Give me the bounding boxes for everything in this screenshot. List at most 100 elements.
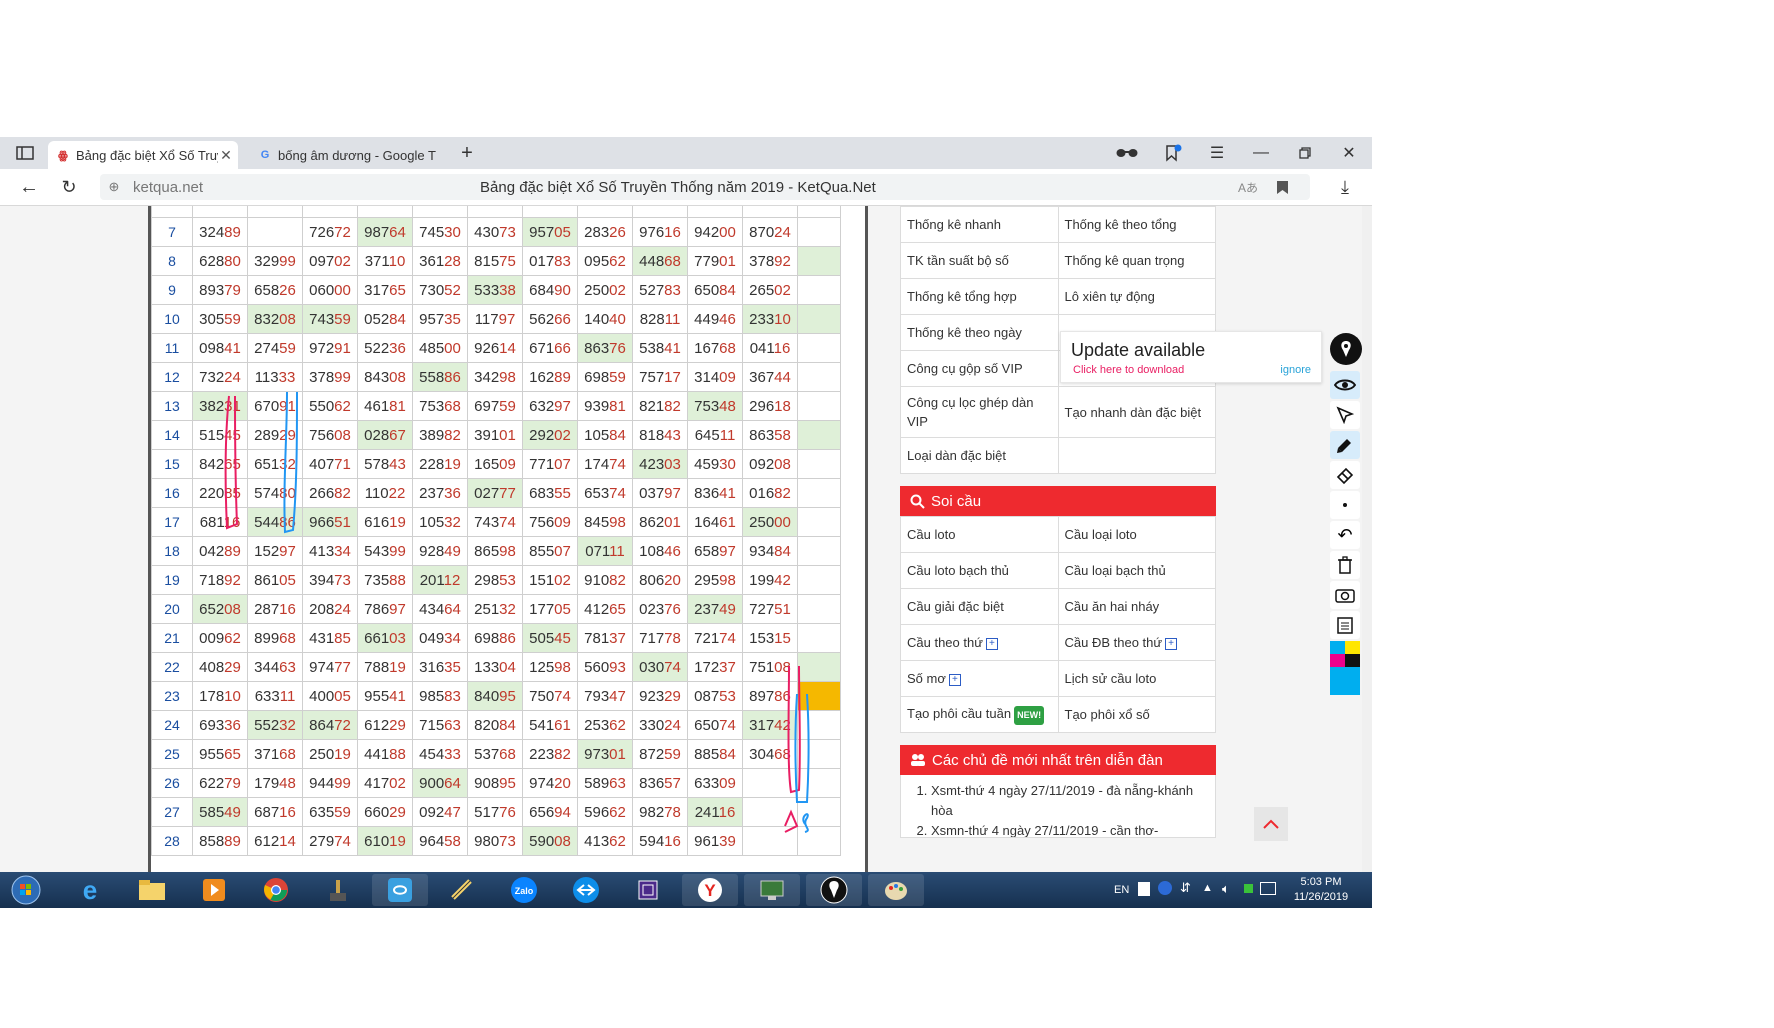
reload-icon[interactable]: ↻ [54, 171, 84, 203]
cursor-icon[interactable] [1330, 401, 1360, 429]
display-tray-icon[interactable] [1260, 882, 1276, 895]
new-tab-icon[interactable]: + [454, 137, 480, 169]
pdf-tray-icon[interactable] [1138, 882, 1150, 896]
forum-topic-link[interactable]: Xsmt-thứ 4 ngày 27/11/2019 - đà nẵng-khá… [931, 781, 1207, 821]
screen: ꙮ Bảng đặc biệt Xổ Số Truyền ✕ G bống âm… [0, 137, 1372, 908]
show-hidden-icons-icon[interactable]: ▲ [1202, 882, 1213, 894]
soi-cau-item[interactable]: Cầu loto bạch thủ [900, 552, 1059, 589]
soi-cau-menu: Cầu loto Cầu loại loto Cầu loto bạch thủ Cầ… [900, 516, 1216, 733]
update-ignore-link[interactable]: ignore [1280, 364, 1311, 376]
display-app-icon[interactable] [744, 874, 800, 906]
expand-plus-icon[interactable]: + [948, 673, 961, 686]
eye-icon[interactable] [1330, 371, 1360, 399]
soi-cau-item[interactable]: Cầu loto [900, 516, 1059, 553]
soi-cau-item[interactable]: Tạo phôi xổ số [1057, 696, 1216, 733]
scroll-to-top-button[interactable] [1254, 807, 1288, 841]
bookmark-page-icon[interactable] [1270, 171, 1294, 203]
soi-cau-item[interactable]: Cầu loại loto [1057, 516, 1216, 553]
soi-cau-item[interactable]: Số mơ + [900, 660, 1059, 697]
soi-cau-row: Tạo phôi cầu tuần NEW! Tạo phôi xổ số [900, 696, 1216, 733]
expand-plus-icon[interactable]: + [1165, 637, 1178, 650]
soi-cau-item[interactable]: Cầu loại bạch thủ [1057, 552, 1216, 589]
tab-google[interactable]: G bống âm dương - Google T [250, 141, 448, 169]
annotation-toolbar: ↶ [1330, 331, 1364, 709]
soi-cau-item[interactable]: Tạo phôi cầu tuần NEW! [900, 696, 1059, 733]
stats-menu-row: Thống kê tổng hợp Lô xiên tự động [900, 278, 1216, 315]
incognito-glasses-icon[interactable] [1112, 137, 1142, 169]
stats-menu-item[interactable]: Lô xiên tự động [1057, 278, 1216, 315]
bookmarks-icon[interactable] [1158, 137, 1188, 169]
restore-icon[interactable] [1290, 137, 1320, 169]
start-button[interactable] [0, 874, 52, 906]
pen-annotation-app-icon[interactable] [806, 874, 862, 906]
tool-app-icon[interactable] [434, 874, 490, 906]
ie-icon[interactable]: e [62, 874, 118, 906]
stats-menu-item[interactable]: Thống kê theo tổng [1057, 206, 1216, 243]
soi-cau-item[interactable]: Cầu ăn hai nháy [1057, 588, 1216, 625]
page-scrollbar[interactable] [1362, 206, 1372, 872]
update-popup[interactable]: Update available Click here to download … [1060, 331, 1322, 383]
trash-icon[interactable] [1330, 551, 1360, 579]
site-info-icon[interactable]: ⊕ [104, 173, 124, 201]
translate-icon[interactable]: Aあ [1236, 171, 1260, 203]
soi-cau-label: Cầu ĐB theo thứ [1064, 635, 1163, 650]
undo-icon[interactable]: ↶ [1330, 521, 1360, 549]
color-palette-icon[interactable] [1330, 641, 1360, 695]
page-content: 7 32489 72672 98764 74530 43073 95705 28326 9761… [0, 206, 1372, 872]
search-icon [910, 494, 925, 509]
menu-icon[interactable]: ☰ [1202, 137, 1232, 169]
tab-ketqua[interactable]: ꙮ Bảng đặc biệt Xổ Số Truyền ✕ [48, 141, 238, 169]
volume-icon[interactable]: 🔈︎ [1222, 881, 1230, 897]
chrome-icon[interactable] [248, 874, 304, 906]
stats-menu-item[interactable]: Loại dàn đặc biệt [900, 437, 1059, 474]
sidebar-toggle-icon[interactable] [10, 137, 40, 169]
marker-icon[interactable] [1330, 431, 1360, 459]
close-window-icon[interactable]: ✕ [1334, 137, 1364, 169]
status-tray-icon[interactable] [1244, 884, 1253, 893]
file-explorer-icon[interactable] [124, 874, 180, 906]
expand-plus-icon[interactable]: + [985, 637, 998, 650]
stats-menu-item[interactable]: Công cụ lọc ghép dàn VIP [900, 386, 1059, 438]
clock-date[interactable]: 11/26/2019 [1286, 891, 1356, 903]
teamviewer-style-app-icon[interactable] [372, 874, 428, 906]
eraser-icon[interactable] [1330, 461, 1360, 489]
language-indicator[interactable]: EN [1114, 884, 1129, 896]
minimize-icon[interactable]: — [1246, 137, 1276, 169]
paint-icon[interactable] [868, 874, 924, 906]
stats-menu-item[interactable]: Công cụ gộp số VIP [900, 350, 1059, 387]
soi-cau-item[interactable]: Cầu ĐB theo thứ + [1057, 624, 1216, 661]
url-text[interactable]: ketqua.net [133, 179, 203, 196]
teamviewer-icon[interactable] [558, 874, 614, 906]
back-icon[interactable]: ← [14, 171, 44, 203]
yandex-browser-icon[interactable]: Y [682, 874, 738, 906]
zalo-icon[interactable]: Zalo [496, 874, 552, 906]
help-tray-icon[interactable] [1158, 881, 1172, 895]
soi-cau-item[interactable]: Lịch sử cầu loto [1057, 660, 1216, 697]
media-player-icon[interactable] [186, 874, 242, 906]
stats-menu-item[interactable]: Thống kê tổng hợp [900, 278, 1059, 315]
stats-menu-item[interactable]: Tạo nhanh dàn đặc biệt [1057, 386, 1216, 438]
svg-text:Zalo: Zalo [515, 886, 534, 896]
clipboard-icon[interactable] [1330, 611, 1360, 639]
stats-menu-item[interactable]: Thống kê theo ngày [900, 314, 1059, 351]
soi-cau-item[interactable]: Cầu giải đặc biệt [900, 588, 1059, 625]
stats-menu-item[interactable]: Thống kê quan trọng [1057, 242, 1216, 279]
new-badge: NEW! [1014, 705, 1045, 725]
clock-time[interactable]: 5:03 PM [1286, 876, 1356, 888]
network-tray-icon[interactable]: ⇵ [1180, 880, 1191, 896]
download-icon[interactable]: ⤓ [1330, 171, 1360, 203]
dot-size-icon[interactable] [1330, 491, 1360, 519]
soi-cau-label: Tạo phôi xổ số [1064, 707, 1150, 722]
soi-cau-item[interactable]: Cầu theo thứ + [900, 624, 1059, 661]
stats-menu-item[interactable]: TK tần suất bộ số [900, 242, 1059, 279]
stats-menu-item[interactable]: Thống kê nhanh [900, 206, 1059, 243]
soi-cau-label: Cầu loto [907, 527, 956, 542]
update-download-link[interactable]: Click here to download [1073, 364, 1184, 376]
close-tab-icon[interactable]: ✕ [218, 147, 234, 164]
joystick-app-icon[interactable] [310, 874, 366, 906]
pen-logo-icon[interactable] [1330, 333, 1362, 365]
soi-cau-title: Soi cầu [931, 492, 982, 510]
chip-app-icon[interactable] [620, 874, 676, 906]
camera-icon[interactable] [1330, 581, 1360, 609]
forum-topic-link[interactable]: Xsmn-thứ 4 ngày 27/11/2019 - cần thơ- [931, 821, 1207, 837]
